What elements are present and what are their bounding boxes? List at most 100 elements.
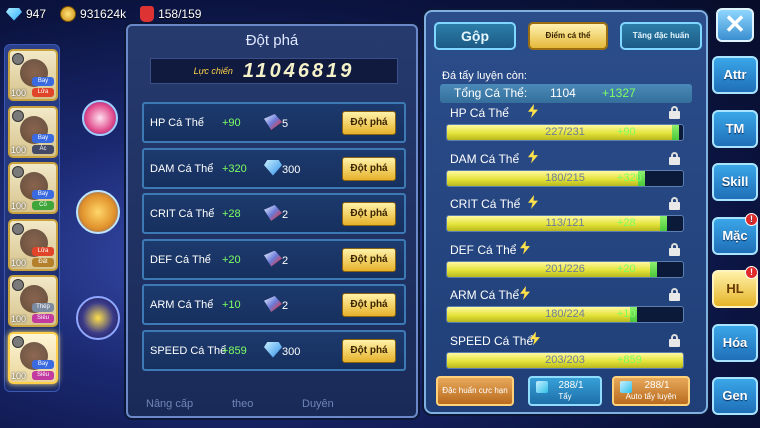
- ghost-label-follow: theo: [232, 398, 254, 410]
- lock-icon[interactable]: [669, 242, 680, 256]
- rank-icon: [12, 109, 24, 122]
- stat-row: ARM Cá Thể 180/224 +10: [440, 286, 692, 334]
- stat-value: 227/231: [545, 126, 585, 138]
- stat-bonus: +28: [222, 208, 241, 220]
- tab-special-training[interactable]: Tăng đặc huấn: [620, 22, 702, 50]
- nav-skill[interactable]: Skill: [712, 163, 758, 201]
- nav-label: TM: [725, 120, 745, 136]
- type-badge: Siêu: [32, 314, 54, 323]
- lock-icon[interactable]: [669, 333, 680, 347]
- stat-bonus: +90: [222, 117, 241, 129]
- bag-icon: [140, 6, 155, 22]
- stat-name: DAM Cá Thể: [150, 162, 214, 175]
- bag-counter: 158/159: [140, 6, 201, 22]
- breakthrough-list: HP Cá Thể +90 5 Đột phá DAM Cá Thể +320 300 Đột…: [142, 102, 406, 375]
- nav-hóa[interactable]: Hóa: [712, 323, 758, 362]
- nav-label: Attr: [723, 67, 747, 82]
- stat-progress-bar: 201/226 +20: [446, 260, 684, 278]
- special-training-button[interactable]: Đặc huấn cực hạn: [436, 376, 514, 406]
- gold-counter: 931624k: [60, 6, 126, 22]
- lightning-icon: [520, 286, 530, 300]
- ore-icon: [264, 205, 282, 221]
- cost-value: 2: [282, 300, 289, 312]
- stone-icon: [536, 381, 548, 393]
- stat-name: DEF Cá Thể: [450, 242, 517, 257]
- ball-icon[interactable]: [82, 100, 118, 136]
- nav-attr[interactable]: Attr: [712, 56, 758, 94]
- pokemon-level: 100: [11, 144, 27, 155]
- total-stats-bar: Tổng Cá Thể: 1104 +1327: [440, 84, 692, 103]
- gem-icon: [6, 7, 22, 21]
- stat-bonus: +320: [222, 162, 247, 175]
- nav-gen[interactable]: Gen: [712, 377, 758, 415]
- power-display: Lực chiến 11046819: [150, 58, 398, 84]
- crystal-icon: [264, 159, 282, 176]
- lock-upgrade-icon[interactable]: [76, 190, 120, 234]
- ore-icon: [264, 114, 282, 130]
- stat-name: CRIT Cá Thể: [150, 208, 215, 220]
- stat-bonus: +90: [617, 126, 636, 138]
- breakthrough-button[interactable]: Đột phá: [342, 202, 396, 226]
- stat-progress-bar: 180/224 +10: [446, 306, 684, 323]
- pokemon-level: 100: [11, 370, 27, 381]
- cost-value: 2: [282, 254, 289, 267]
- stat-name: DAM Cá Thể: [450, 151, 520, 166]
- nav-label: Mặc: [722, 227, 748, 243]
- pokemon-card[interactable]: 100 Thép Siêu: [8, 275, 58, 327]
- breakthrough-button[interactable]: Đột phá: [342, 156, 396, 181]
- lock-icon[interactable]: [669, 197, 680, 210]
- nav-mặc[interactable]: Mặc!: [712, 212, 758, 255]
- pokemon-card[interactable]: 100 Bay Lửa: [8, 49, 58, 101]
- stat-progress-bar: 203/203 +859: [446, 351, 684, 369]
- pokemon-level: 100: [11, 201, 27, 211]
- pokemon-level: 100: [11, 314, 27, 324]
- pokemon-card[interactable]: 100 Bay Cỏ: [8, 162, 58, 214]
- breakthrough-button[interactable]: Đột phá: [342, 247, 396, 272]
- breakthrough-button[interactable]: Đột phá: [342, 111, 396, 135]
- breakthrough-panel: Đột phá Lực chiến 11046819 HP Cá Thể +90 5…: [126, 24, 418, 418]
- stat-value: 113/121: [545, 217, 585, 229]
- gem-counter: 947: [6, 7, 46, 21]
- nav-hl[interactable]: HL!: [712, 266, 758, 308]
- stat-name: ARM Cá Thể: [450, 288, 520, 302]
- close-button[interactable]: ✕: [716, 8, 754, 42]
- stat-value: 201/226: [545, 262, 585, 275]
- wash-button[interactable]: 288/1 Tẩy: [528, 376, 602, 406]
- pokemon-level: 100: [11, 88, 27, 98]
- type-badge: Bay: [32, 359, 54, 369]
- pokemon-card[interactable]: 100 Lửa Đất: [8, 218, 58, 271]
- crystal-icon: [264, 341, 282, 358]
- lock-icon[interactable]: [669, 151, 680, 165]
- remaining-stones-label: Đá tẩy luyện còn:: [442, 70, 527, 82]
- tab-individual-points[interactable]: Điểm cá thể: [528, 22, 608, 50]
- auto-wash-button[interactable]: 288/1 Auto tẩy luyện: [612, 376, 690, 406]
- breakthrough-button[interactable]: Đột phá: [342, 293, 396, 317]
- tab-merge[interactable]: Gộp: [434, 22, 516, 50]
- stat-row: DEF Cá Thể 201/226 +20: [440, 240, 692, 289]
- power-value: 11046819: [242, 59, 355, 82]
- rank-icon: [12, 335, 24, 348]
- ore-icon: [264, 250, 282, 267]
- type-badge: Thép: [32, 303, 54, 312]
- stat-row: CRIT Cá Thể 113/121 +28: [440, 195, 692, 243]
- pokemon-card[interactable]: 100 Bay Siêu: [8, 331, 58, 384]
- pokemon-card[interactable]: 100 Bay Ác: [8, 105, 58, 158]
- breakthrough-button[interactable]: Đột phá: [342, 338, 396, 363]
- ghost-label-bond: Duyên: [302, 398, 334, 410]
- training-panel: Gộp Điểm cá thể Tăng đặc huấn Đá tẩy luy…: [424, 10, 708, 414]
- lightning-icon: [528, 149, 538, 164]
- gear-orb-icon[interactable]: [76, 296, 120, 340]
- lightning-icon: [528, 195, 538, 209]
- nav-label: Skill: [721, 174, 749, 189]
- breakthrough-row: ARM Cá Thể +10 2 Đột phá: [142, 284, 406, 325]
- nav-tm[interactable]: TM: [712, 109, 758, 148]
- type-badge: Bay: [32, 77, 54, 86]
- stat-name: SPEED Cá Thể: [150, 344, 227, 357]
- action-shortcuts: [64, 60, 128, 400]
- stat-bonus: +20: [222, 253, 241, 266]
- lightning-icon: [520, 240, 530, 255]
- lock-icon[interactable]: [669, 106, 680, 119]
- stat-bonus: +28: [617, 217, 636, 229]
- lock-icon[interactable]: [669, 288, 680, 301]
- stat-name: CRIT Cá Thể: [450, 197, 521, 211]
